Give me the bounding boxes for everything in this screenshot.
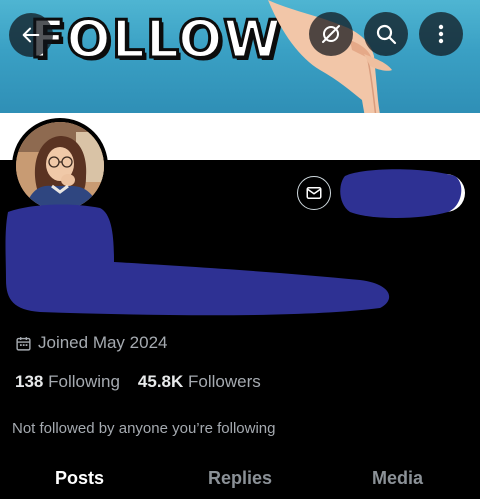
tab-posts[interactable]: Posts <box>55 468 104 489</box>
joined-date: Joined May 2024 <box>15 333 167 353</box>
followers-count: 45.8K <box>137 372 184 391</box>
arrow-left-icon <box>22 27 40 43</box>
follow-button[interactable] <box>343 174 465 212</box>
profile-banner[interactable]: FOLLOW <box>0 0 480 113</box>
more-button[interactable] <box>419 12 463 56</box>
no-sync-button[interactable] <box>309 12 353 56</box>
search-button[interactable] <box>364 12 408 56</box>
profile-tabs: Posts Replies Media <box>0 458 480 499</box>
joined-text: Joined May 2024 <box>38 333 168 352</box>
following-link[interactable]: 138 Following <box>15 372 120 392</box>
profile-stats: 138 Following 45.8K Followers <box>15 372 261 392</box>
more-vertical-icon <box>438 24 444 44</box>
tab-replies[interactable]: Replies <box>208 468 272 489</box>
avatar[interactable] <box>12 118 108 214</box>
following-count: 138 <box>15 372 44 391</box>
mail-icon <box>306 187 322 199</box>
avatar-image <box>16 122 104 210</box>
no-sync-icon <box>322 25 340 43</box>
tab-media[interactable]: Media <box>372 468 423 489</box>
message-button[interactable] <box>297 176 331 210</box>
followers-label: Followers <box>188 372 261 391</box>
following-label: Following <box>48 372 120 391</box>
pointing-hand-image <box>268 0 392 113</box>
followers-link[interactable]: 45.8K Followers <box>138 372 261 392</box>
followed-by-note: Not followed by anyone you’re following <box>12 420 276 437</box>
calendar-icon <box>16 336 31 351</box>
search-icon <box>376 24 397 45</box>
back-button[interactable] <box>9 13 53 57</box>
